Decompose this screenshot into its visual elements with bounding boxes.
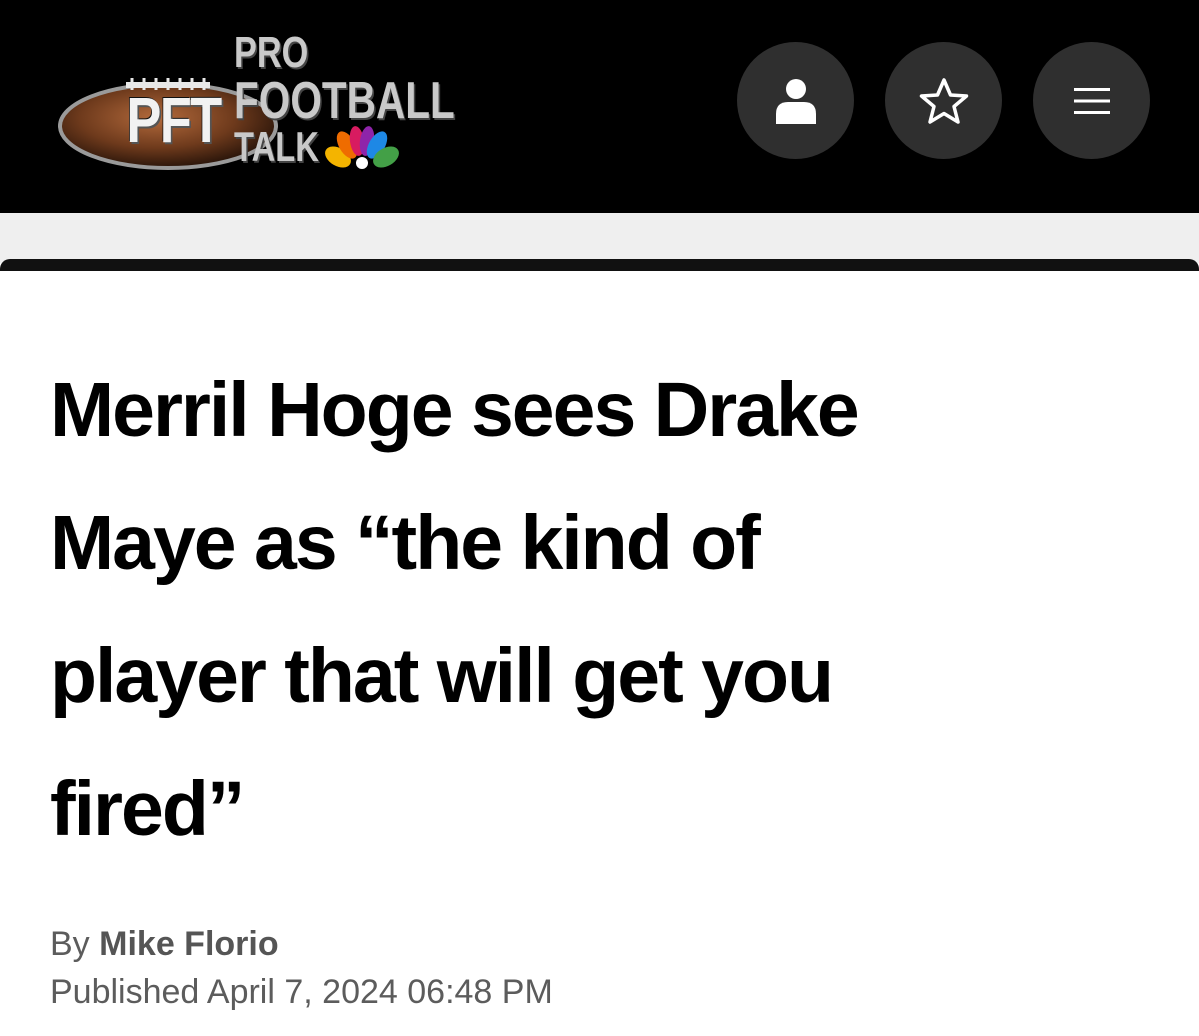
hamburger-menu-icon <box>1073 87 1110 114</box>
article-top-bar <box>0 259 1199 271</box>
account-button[interactable] <box>737 42 854 159</box>
logo-football-text: FOOTBALL <box>234 72 455 130</box>
logo-talk-text: TALK <box>234 123 319 170</box>
headline-line: fired” <box>50 766 245 852</box>
menu-button[interactable] <box>1033 42 1150 159</box>
published-date: Published April 7, 2024 06:48 PM <box>50 973 553 1011</box>
site-header: PFT PRO FOOTBALL TALK <box>0 0 1199 213</box>
author-link[interactable]: Mike Florio <box>99 925 278 963</box>
byline: By Mike Florio <box>50 924 279 964</box>
logo-pft-text: PFT <box>126 84 222 156</box>
header-spacer <box>0 213 1199 263</box>
nbc-peacock-icon <box>325 126 399 169</box>
logo-pro-text: PRO <box>234 28 309 77</box>
headline-line: Maye as “the kind of <box>50 500 761 586</box>
user-icon <box>775 78 816 124</box>
star-icon <box>919 77 968 124</box>
favorite-button[interactable] <box>885 42 1002 159</box>
headline-line: Merril Hoge sees Drake <box>50 367 860 453</box>
headline-line: player that will get you <box>50 633 834 719</box>
byline-prefix: By <box>50 925 90 963</box>
pro-football-talk-logo[interactable]: PFT PRO FOOTBALL TALK <box>56 30 466 180</box>
article-headline: Merril Hoge sees Drake Maye as “the kind… <box>50 344 1150 876</box>
